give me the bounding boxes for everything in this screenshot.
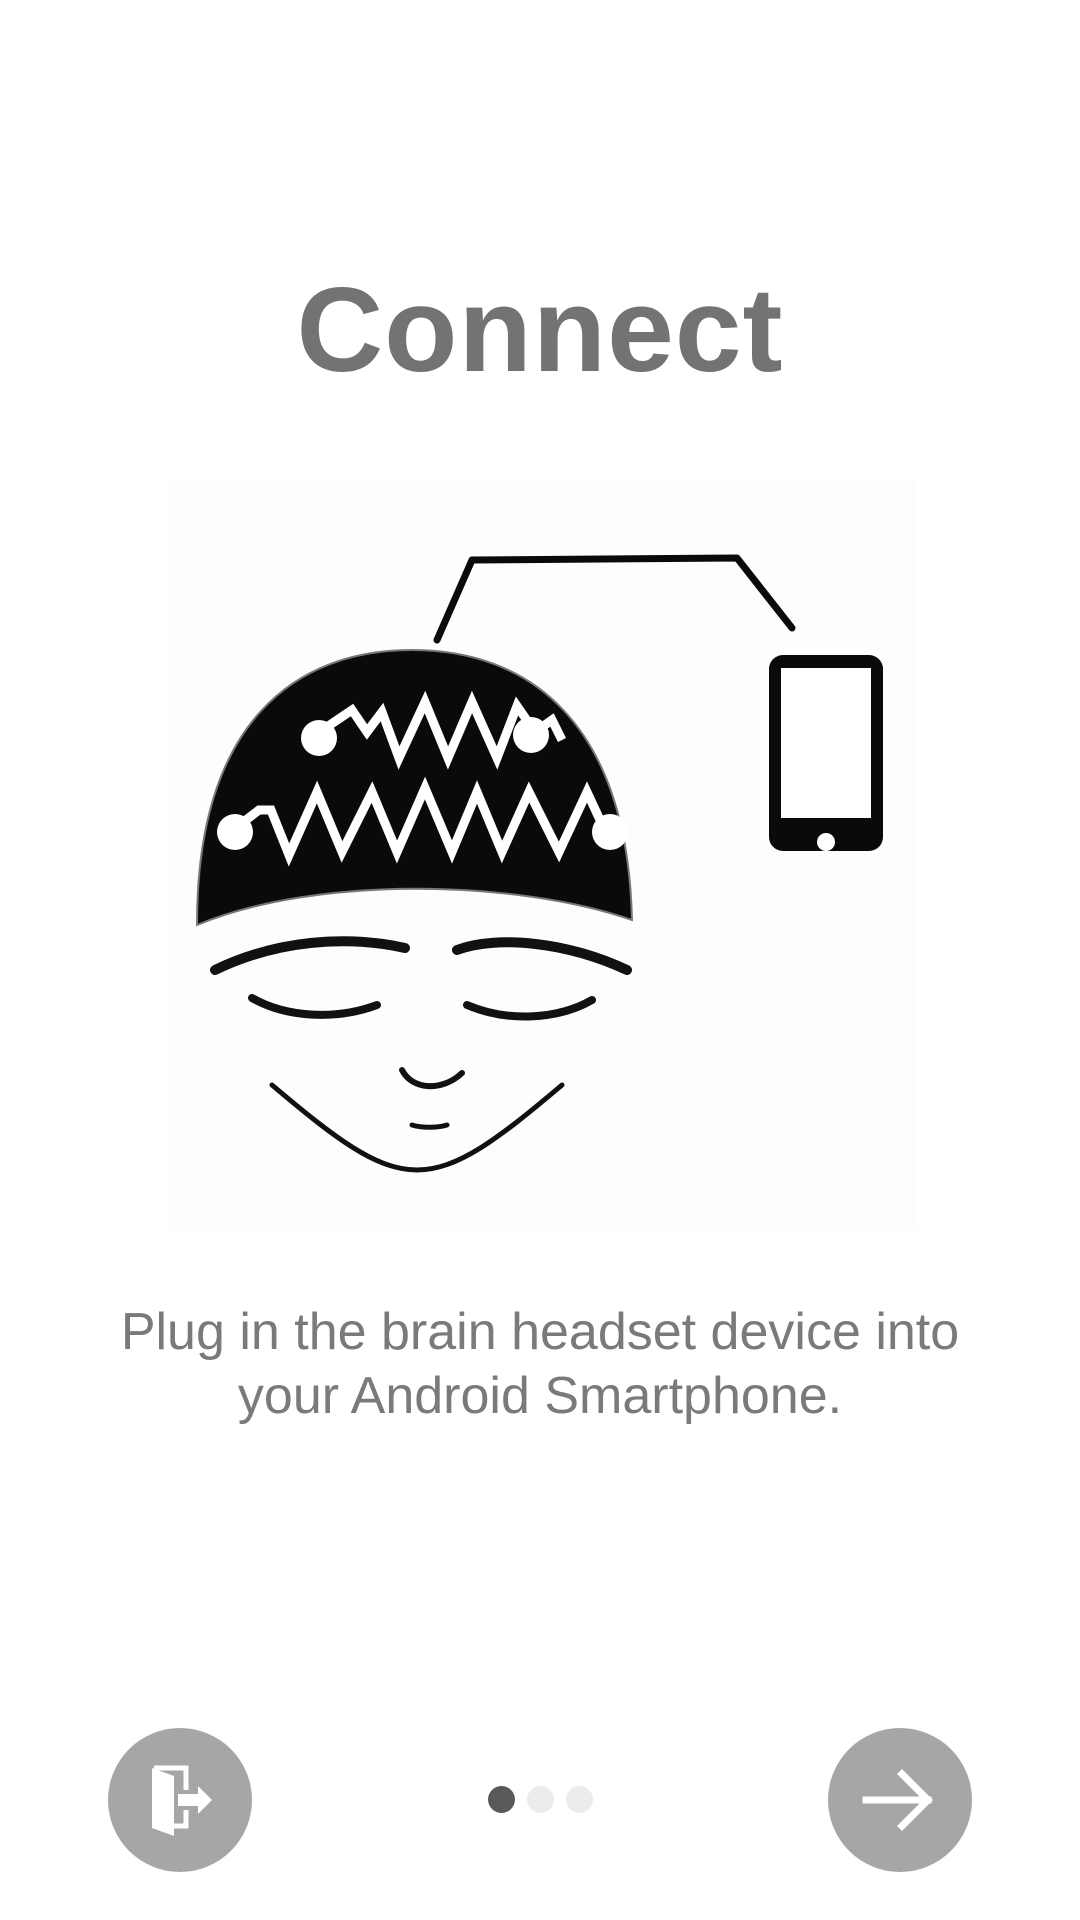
page-dot-3[interactable]: [565, 1786, 593, 1813]
brain-headset-illustration: [167, 480, 917, 1230]
description-line-2: your Android Smartphone.: [237, 1367, 843, 1425]
onboarding-screen: Connect Plug in the brain headset device…: [0, 0, 1080, 1920]
page-dot-2[interactable]: [526, 1786, 554, 1813]
smartphone-icon: [769, 655, 883, 851]
headset-cap-icon: [195, 648, 634, 927]
page-dot-1[interactable]: [487, 1786, 515, 1813]
page-description: Plug in the brain headset device into yo…: [60, 1300, 1020, 1428]
page-title: Connect: [296, 263, 784, 397]
face-icon: [210, 936, 632, 1173]
next-button[interactable]: [828, 1728, 972, 1872]
arrow-right-icon: [862, 1769, 933, 1831]
description-line-1: Plug in the brain headset device into: [120, 1303, 960, 1361]
